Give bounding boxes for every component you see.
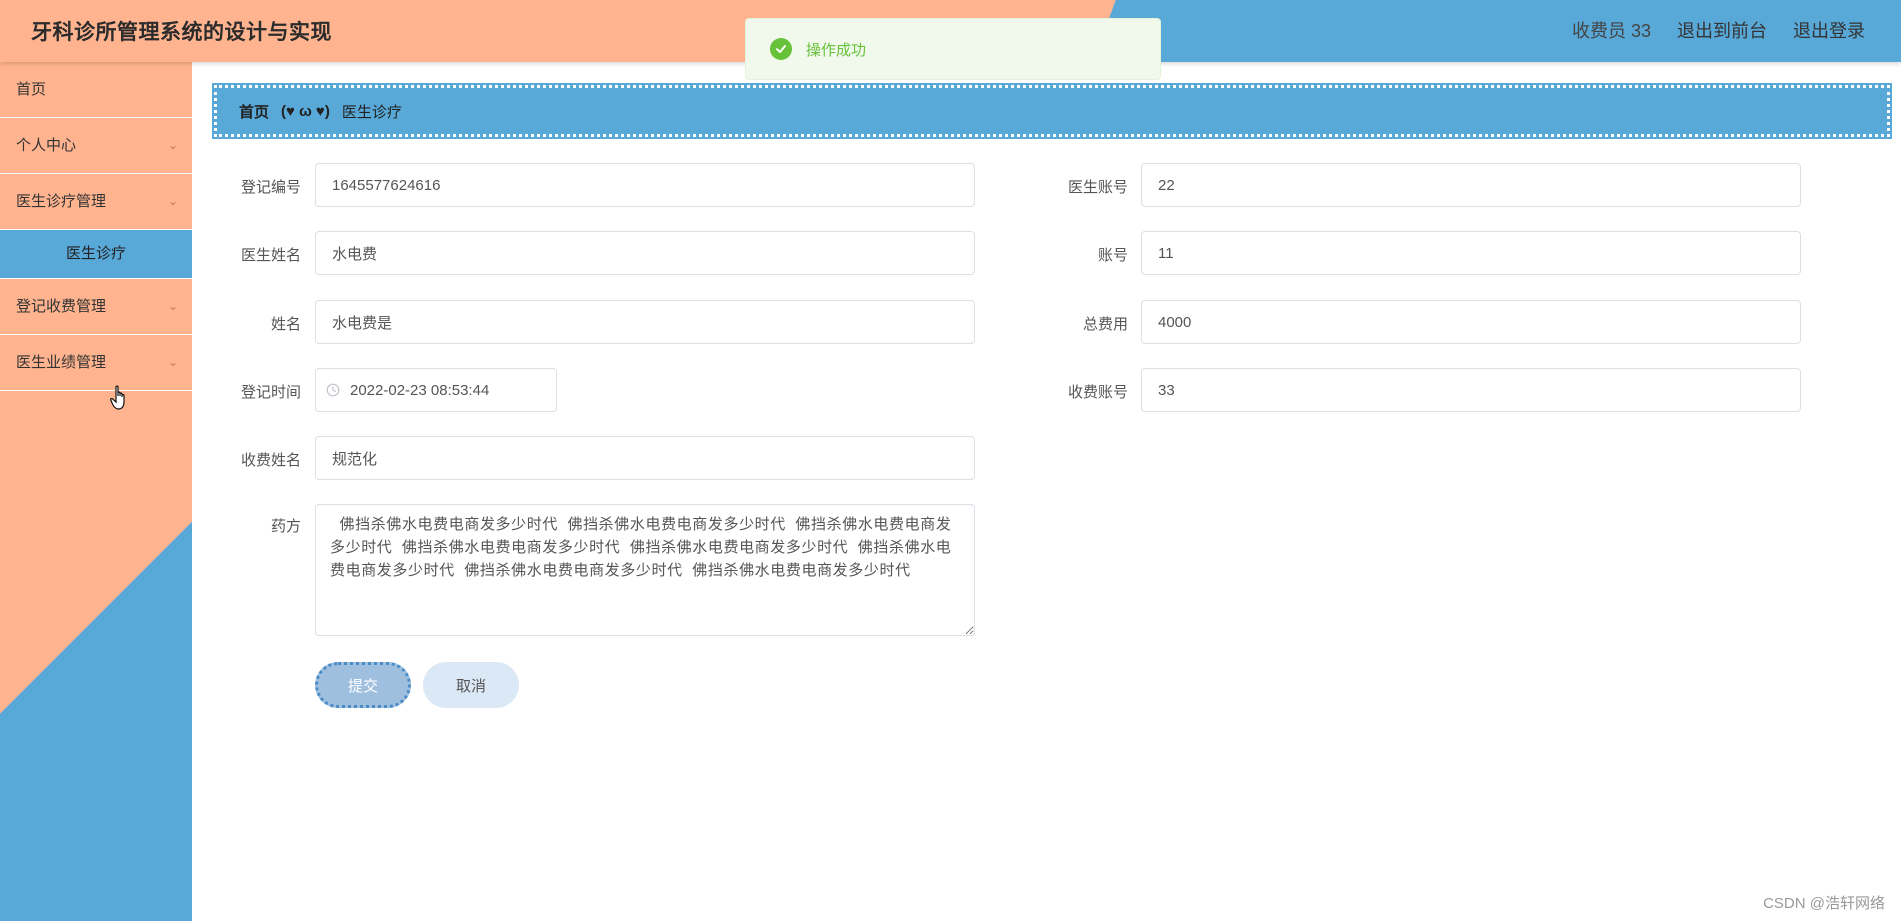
cashier-account-label: 收费账号	[1067, 384, 1128, 401]
chevron-down-icon: ⌄	[167, 194, 178, 208]
chevron-down-icon: ⌄	[167, 138, 178, 152]
sidebar-item-label: 个人中心	[16, 137, 77, 154]
doctor-account-input[interactable]	[1141, 163, 1801, 207]
sidebar-item-label: 医生业绩管理	[16, 354, 107, 371]
sidebar-item-personal-center[interactable]: 个人中心 ⌄	[0, 118, 192, 174]
chevron-down-icon: ⌄	[167, 355, 178, 369]
breadcrumb: 首页 (♥ ω ♥) 医生诊疗	[212, 83, 1892, 139]
prescription-label: 药方	[270, 518, 301, 535]
cashier-name-input[interactable]	[315, 436, 975, 480]
cashier-account-input[interactable]	[1141, 368, 1801, 412]
sidebar-item-doctor-treatment-management[interactable]: 医生诊疗管理 ⌄	[0, 174, 192, 230]
back-to-front-link[interactable]: 退出到前台	[1677, 17, 1767, 43]
sidebar-item-doctor-performance-management[interactable]: 医生业绩管理 ⌄	[0, 335, 192, 391]
chevron-down-icon: ⌄	[167, 299, 178, 313]
sidebar-item-home[interactable]: 首页	[0, 62, 192, 118]
total-cost-label: 总费用	[1082, 316, 1128, 333]
doctor-account-label: 医生账号	[1067, 179, 1128, 196]
breadcrumb-separator: (♥ ω ♥)	[281, 102, 330, 120]
sidebar-subitem-label: 医生诊疗	[65, 245, 126, 262]
sidebar-item-registration-fee-management[interactable]: 登记收费管理 ⌄	[0, 279, 192, 335]
check-circle-icon	[770, 38, 792, 60]
watermark-text: CSDN @浩轩网络	[1763, 895, 1885, 912]
total-cost-input[interactable]	[1141, 300, 1801, 344]
doctor-name-label: 医生姓名	[240, 247, 301, 264]
account-input[interactable]	[1141, 231, 1801, 275]
name-input[interactable]	[315, 300, 975, 344]
sidebar-item-label: 首页	[16, 81, 47, 98]
toast-message: 操作成功	[806, 41, 867, 59]
doctor-name-input[interactable]	[315, 231, 975, 275]
registration-time-picker[interactable]	[315, 368, 557, 412]
cancel-button[interactable]: 取消	[423, 662, 519, 708]
prescription-textarea[interactable]: 佛挡杀佛水电费电商发多少时代 佛挡杀佛水电费电商发多少时代 佛挡杀佛水电费电商发…	[315, 504, 975, 636]
registration-no-input[interactable]	[315, 163, 975, 207]
current-user-label: 收费员 33	[1571, 21, 1651, 41]
logout-link[interactable]: 退出登录	[1793, 17, 1865, 43]
sidebar-subitem-doctor-treatment[interactable]: 医生诊疗	[0, 230, 192, 279]
sidebar-item-label: 登记收费管理	[16, 298, 107, 315]
sidebar: 首页 个人中心 ⌄ 医生诊疗管理 ⌄ 医生诊疗 登记收费管理 ⌄ 医生业绩管理 …	[0, 62, 192, 921]
breadcrumb-current: 医生诊疗	[341, 103, 402, 121]
hand-cursor-icon	[110, 385, 130, 418]
sidebar-item-label: 医生诊疗管理	[16, 193, 107, 210]
app-title: 牙科诊所管理系统的设计与实现	[31, 21, 332, 44]
registration-time-label: 登记时间	[240, 384, 301, 401]
header-actions: 收费员 33 退出到前台 退出登录	[1572, 17, 1865, 43]
name-label: 姓名	[270, 316, 301, 333]
breadcrumb-home-link[interactable]: 首页	[239, 101, 269, 122]
registration-no-label: 登记编号	[240, 179, 301, 196]
submit-button[interactable]: 提交	[315, 662, 411, 708]
cashier-name-label: 收费姓名	[240, 452, 301, 469]
clock-icon	[326, 383, 340, 397]
account-label: 账号	[1097, 247, 1128, 264]
success-toast: 操作成功	[745, 18, 1161, 80]
